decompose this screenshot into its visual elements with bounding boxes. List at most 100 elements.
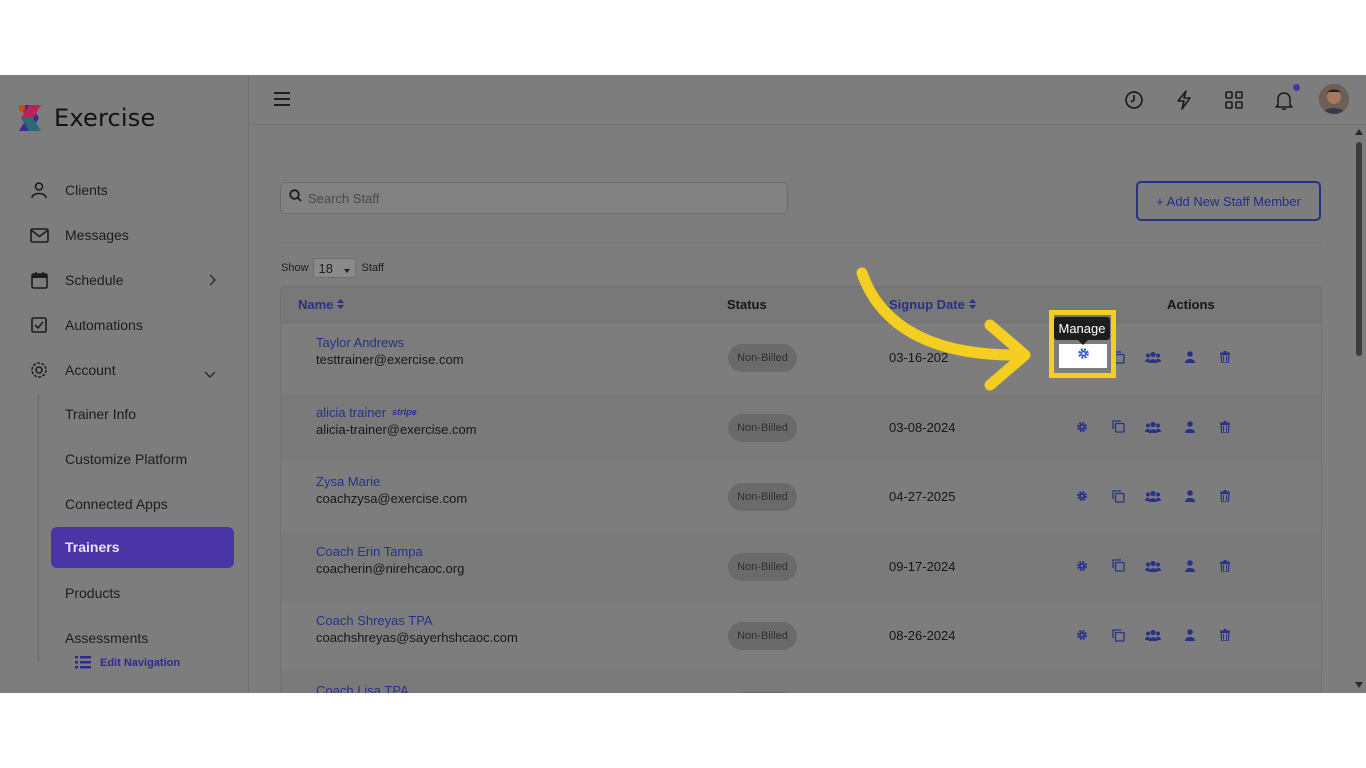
top-bar	[249, 75, 1366, 125]
trash-icon[interactable]	[1216, 487, 1234, 505]
staff-name-label: Zysa Marie	[316, 474, 381, 489]
search-staff-input[interactable]	[308, 190, 768, 206]
user-icon	[28, 179, 50, 201]
staff-name-label: Taylor Andrews	[316, 335, 405, 350]
apps-grid-icon[interactable]	[1222, 88, 1246, 112]
staff-name-link[interactable]: Taylor Andrews	[316, 335, 404, 350]
staff-email: coachzysa@exercise.com	[316, 491, 468, 506]
clock-icon[interactable]	[1122, 88, 1146, 112]
staff-name-label: Coach Lisa TPA	[316, 682, 409, 694]
check-square-icon	[28, 314, 50, 336]
manage-gear-icon[interactable]	[1073, 418, 1091, 436]
sidebar-subitem-trainers[interactable]: Trainers	[51, 527, 234, 568]
staff-name-link[interactable]: Coach Erin Tampa	[316, 544, 423, 559]
app-logo[interactable]: Exercise	[17, 103, 155, 133]
sidebar-subitem-connected-apps[interactable]: Connected Apps	[65, 494, 168, 514]
status-badge: Non-Billed	[728, 483, 797, 511]
stripe-badge: stripe	[392, 407, 417, 417]
exercise-logo-icon	[19, 105, 41, 131]
group-icon[interactable]	[1144, 487, 1162, 505]
lightning-icon[interactable]	[1172, 88, 1196, 112]
annotation-arrow	[856, 267, 1031, 391]
group-icon[interactable]	[1144, 348, 1162, 366]
sidebar-item-clients[interactable]: Clients	[28, 175, 220, 205]
sidebar-item-account[interactable]: Account	[28, 355, 220, 385]
edit-navigation-label: Edit Navigation	[100, 656, 181, 669]
group-icon[interactable]	[1144, 626, 1162, 644]
copy-icon[interactable]	[1109, 487, 1127, 505]
group-icon[interactable]	[1144, 418, 1162, 436]
user-icon[interactable]	[1181, 626, 1199, 644]
staff-name-link[interactable]: Coach Lisa TPA	[316, 683, 409, 694]
group-icon[interactable]	[1144, 557, 1162, 575]
page-size-select[interactable]: 18	[312, 258, 356, 278]
hamburger-menu-icon[interactable]	[272, 89, 292, 109]
trash-icon[interactable]	[1216, 557, 1234, 575]
sidebar-item-automations[interactable]: Automations	[28, 310, 220, 340]
gear-icon	[1077, 347, 1090, 365]
sidebar-subitem-products[interactable]: Products	[65, 583, 120, 603]
staff-email: testtrainer@exercise.com	[316, 352, 464, 367]
search-icon	[289, 189, 302, 207]
manage-gear-icon[interactable]	[1073, 487, 1091, 505]
table-row: Zysa Marie coachzysa@exercise.com Non-Bill…	[281, 462, 1321, 531]
status-badge: Non-Billed	[728, 622, 797, 650]
row-actions	[1073, 557, 1233, 575]
name-header-label: Name	[298, 297, 334, 312]
sidebar-subitem-trainer-info[interactable]: Trainer Info	[65, 404, 136, 424]
envelope-icon	[28, 224, 50, 246]
user-icon[interactable]	[1181, 348, 1199, 366]
search-staff-field[interactable]	[280, 182, 788, 214]
status-column-header: Status	[727, 297, 767, 312]
sidebar-item-schedule[interactable]: Schedule	[28, 265, 220, 295]
page-size-control: Show 18 Staff	[281, 258, 384, 278]
staff-email: coachshreyas@sayerhshcaoc.com	[316, 630, 518, 645]
sidebar-subitem-customize-platform[interactable]: Customize Platform	[65, 449, 187, 469]
copy-icon[interactable]	[1109, 418, 1127, 436]
sidebar-item-messages[interactable]: Messages	[28, 220, 220, 250]
signup-date: 08-26-2024	[889, 628, 956, 643]
table-header: Name Status Signup Date Actions	[281, 287, 1321, 323]
copy-icon[interactable]	[1109, 557, 1127, 575]
table-row: Taylor Andrews testtrainer@exercise.com No…	[281, 323, 1321, 392]
trash-icon[interactable]	[1216, 626, 1234, 644]
staff-name-link[interactable]: Coach Shreyas TPA	[316, 613, 433, 628]
sidebar: Exercise Clients Messages Schedule Autom…	[0, 75, 249, 693]
manage-gear-icon[interactable]	[1073, 557, 1091, 575]
table-row: Coach Erin Tampa coacherin@nirehcaoc.org N…	[281, 531, 1321, 601]
status-badge	[728, 691, 797, 693]
row-actions	[1073, 418, 1233, 436]
scroll-up-arrow-icon[interactable]	[1355, 129, 1363, 135]
status-badge: Non-Billed	[728, 413, 797, 442]
notification-dot	[1293, 84, 1300, 91]
page-scrollbar[interactable]	[1352, 125, 1366, 693]
sidebar-item-label: Clients	[65, 182, 108, 198]
staff-name-link[interactable]: alicia trainer stripe	[316, 405, 417, 420]
trash-icon[interactable]	[1216, 418, 1234, 436]
manage-action-focused[interactable]	[1059, 344, 1107, 368]
sidebar-item-label: Messages	[65, 227, 129, 243]
staff-name-label: Coach Erin Tampa	[316, 543, 423, 559]
copy-icon[interactable]	[1109, 626, 1127, 644]
staff-email: alicia-trainer@exercise.com	[316, 421, 477, 437]
edit-navigation-link[interactable]: Edit Navigation	[75, 656, 180, 669]
manage-gear-icon[interactable]	[1073, 626, 1091, 644]
sidebar-subitem-assessments[interactable]: Assessments	[65, 628, 148, 648]
bell-icon[interactable]	[1272, 88, 1296, 112]
add-new-staff-member-button[interactable]: + Add New Staff Member	[1136, 181, 1321, 221]
trash-icon[interactable]	[1216, 348, 1234, 366]
name-column-header[interactable]: Name	[298, 297, 345, 312]
staff-name-link[interactable]: Zysa Marie	[316, 474, 380, 489]
user-icon[interactable]	[1181, 557, 1199, 575]
scroll-thumb[interactable]	[1356, 142, 1362, 356]
user-avatar[interactable]	[1319, 84, 1349, 114]
staff-name-label: alicia trainer	[316, 404, 387, 420]
table-row: Coach Lisa TPA	[281, 670, 1321, 694]
row-actions	[1073, 487, 1233, 505]
user-icon[interactable]	[1181, 418, 1199, 436]
sort-icon	[337, 297, 345, 312]
scroll-down-arrow-icon[interactable]	[1355, 682, 1363, 688]
submenu-guide-line	[38, 393, 39, 663]
sidebar-item-label: Schedule	[65, 272, 124, 288]
user-icon[interactable]	[1181, 487, 1199, 505]
